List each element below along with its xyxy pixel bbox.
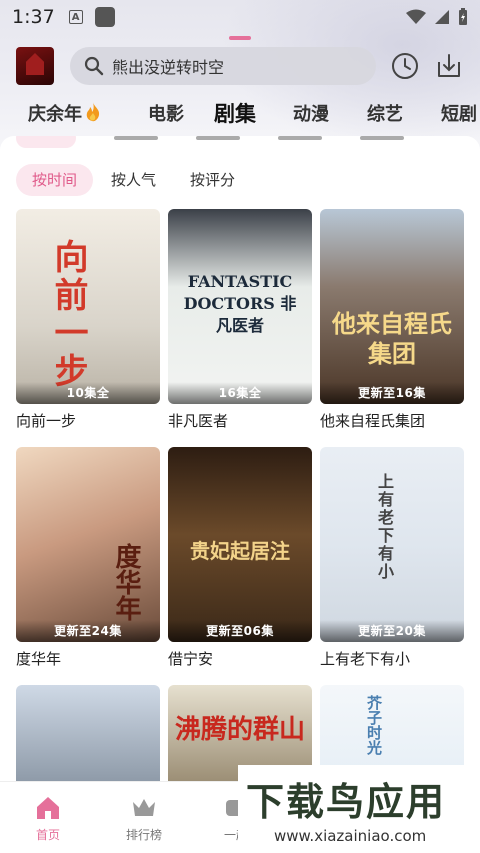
- filter-chip-partial[interactable]: [360, 136, 404, 140]
- sort-by-rating[interactable]: 按评分: [174, 164, 251, 196]
- show-card[interactable]: FANTASTIC DOCTORS 非凡医者 16集全 非凡医者: [168, 209, 312, 431]
- poster-title-text: 芥子时光: [365, 695, 383, 755]
- poster-title-text: 贵妃起居注: [190, 539, 290, 563]
- show-poster[interactable]: 度华年 更新至24集: [16, 447, 160, 642]
- watermark: 下载鸟应用 www.xiazainiao.com: [238, 765, 480, 853]
- top-header: 熊出没逆转时空: [0, 44, 480, 88]
- home-icon: [37, 797, 59, 819]
- tab-short-drama[interactable]: 短剧: [441, 100, 477, 126]
- episode-badge: 更新至24集: [16, 620, 160, 642]
- episode-badge: 10集全: [16, 382, 160, 404]
- search-icon: [84, 56, 104, 76]
- signal-icon: [435, 10, 449, 24]
- poster-title-text: 上有老下有小: [375, 473, 394, 581]
- show-poster[interactable]: 他来自程氏集团 更新至16集: [320, 209, 464, 404]
- tab-anime[interactable]: 动漫: [293, 100, 329, 126]
- poster-title-text: FANTASTIC DOCTORS 非凡医者: [183, 272, 297, 335]
- filter-chip-partial[interactable]: [278, 136, 322, 140]
- episode-badge: 更新至16集: [320, 382, 464, 404]
- episode-badge: 更新至06集: [168, 620, 312, 642]
- app-logo[interactable]: [16, 47, 54, 85]
- history-icon[interactable]: [390, 51, 420, 81]
- poster-title-text: 沸腾的群山: [174, 715, 305, 745]
- tab-variety[interactable]: 综艺: [367, 100, 403, 126]
- show-card[interactable]: 贵妃起居注 更新至06集 借宁安: [168, 447, 312, 669]
- status-time: 1:37: [12, 6, 55, 28]
- show-card[interactable]: 向前一步 10集全 向前一步: [16, 209, 160, 431]
- watermark-logo-text: 下载鸟应用: [246, 780, 447, 824]
- watermark-url: www.xiazainiao.com: [274, 827, 427, 845]
- filter-chip-partial[interactable]: [16, 136, 76, 148]
- sort-options: 按时间 按人气 按评分: [16, 164, 253, 196]
- crown-icon: [133, 799, 155, 816]
- tab-movie[interactable]: 电影: [148, 100, 184, 126]
- poster-title-text: 向前一步: [48, 239, 88, 391]
- notification-square-icon: [94, 7, 115, 27]
- show-poster[interactable]: 贵妃起居注 更新至06集: [168, 447, 312, 642]
- show-title[interactable]: 度华年: [16, 648, 160, 669]
- show-poster[interactable]: [16, 685, 160, 781]
- show-card[interactable]: 度华年 更新至24集 度华年: [16, 447, 160, 669]
- status-bar: 1:37 A: [0, 0, 480, 34]
- search-input[interactable]: 熊出没逆转时空: [112, 54, 224, 78]
- nav-ranking-label: 排行榜: [125, 828, 162, 842]
- category-tabs: 庆余年 电影 剧集 动漫 综艺 短剧: [0, 96, 480, 136]
- show-title[interactable]: 借宁安: [168, 648, 312, 669]
- battery-icon: [459, 8, 467, 25]
- filter-chip-partial[interactable]: [114, 136, 158, 140]
- show-poster[interactable]: 向前一步 10集全: [16, 209, 160, 404]
- show-poster[interactable]: FANTASTIC DOCTORS 非凡医者 16集全: [168, 209, 312, 404]
- show-title[interactable]: 上有老下有小: [320, 648, 464, 669]
- poster-title-text: 度华年: [111, 543, 141, 621]
- sort-by-popularity[interactable]: 按人气: [95, 164, 172, 196]
- content-panel: 按时间 按人气 按评分 向前一步 10集全 向前一步 FANTASTIC DOC…: [0, 136, 480, 781]
- poster-title-text: 他来自程氏集团: [332, 310, 452, 368]
- search-bar[interactable]: 熊出没逆转时空: [70, 47, 376, 85]
- fire-icon: [86, 102, 100, 122]
- nav-home-label: 首页: [35, 828, 60, 842]
- episode-badge: 更新至20集: [320, 620, 464, 642]
- episode-badge: 16集全: [168, 382, 312, 404]
- show-title[interactable]: 非凡医者: [168, 410, 312, 431]
- sort-by-time[interactable]: 按时间: [16, 164, 94, 196]
- filter-chip-partial[interactable]: [196, 136, 240, 140]
- show-title[interactable]: 他来自程氏集团: [320, 410, 464, 431]
- show-title[interactable]: 向前一步: [16, 410, 160, 431]
- nav-home[interactable]: 首页: [8, 794, 88, 843]
- show-card[interactable]: [16, 685, 160, 781]
- filter-row-scrolled: [16, 136, 404, 148]
- tab-qingyunian[interactable]: 庆余年: [28, 100, 102, 126]
- show-card[interactable]: 上有老下有小 更新至20集 上有老下有小: [320, 447, 464, 669]
- active-tab-indicator: [229, 36, 251, 40]
- wifi-icon: [406, 9, 426, 24]
- nav-ranking[interactable]: 排行榜: [104, 794, 184, 843]
- show-card[interactable]: 他来自程氏集团 更新至16集 他来自程氏集团: [320, 209, 464, 431]
- download-icon[interactable]: [434, 51, 464, 81]
- show-poster[interactable]: 上有老下有小 更新至20集: [320, 447, 464, 642]
- tab-series[interactable]: 剧集: [214, 98, 256, 128]
- notification-a-icon: A: [68, 10, 83, 24]
